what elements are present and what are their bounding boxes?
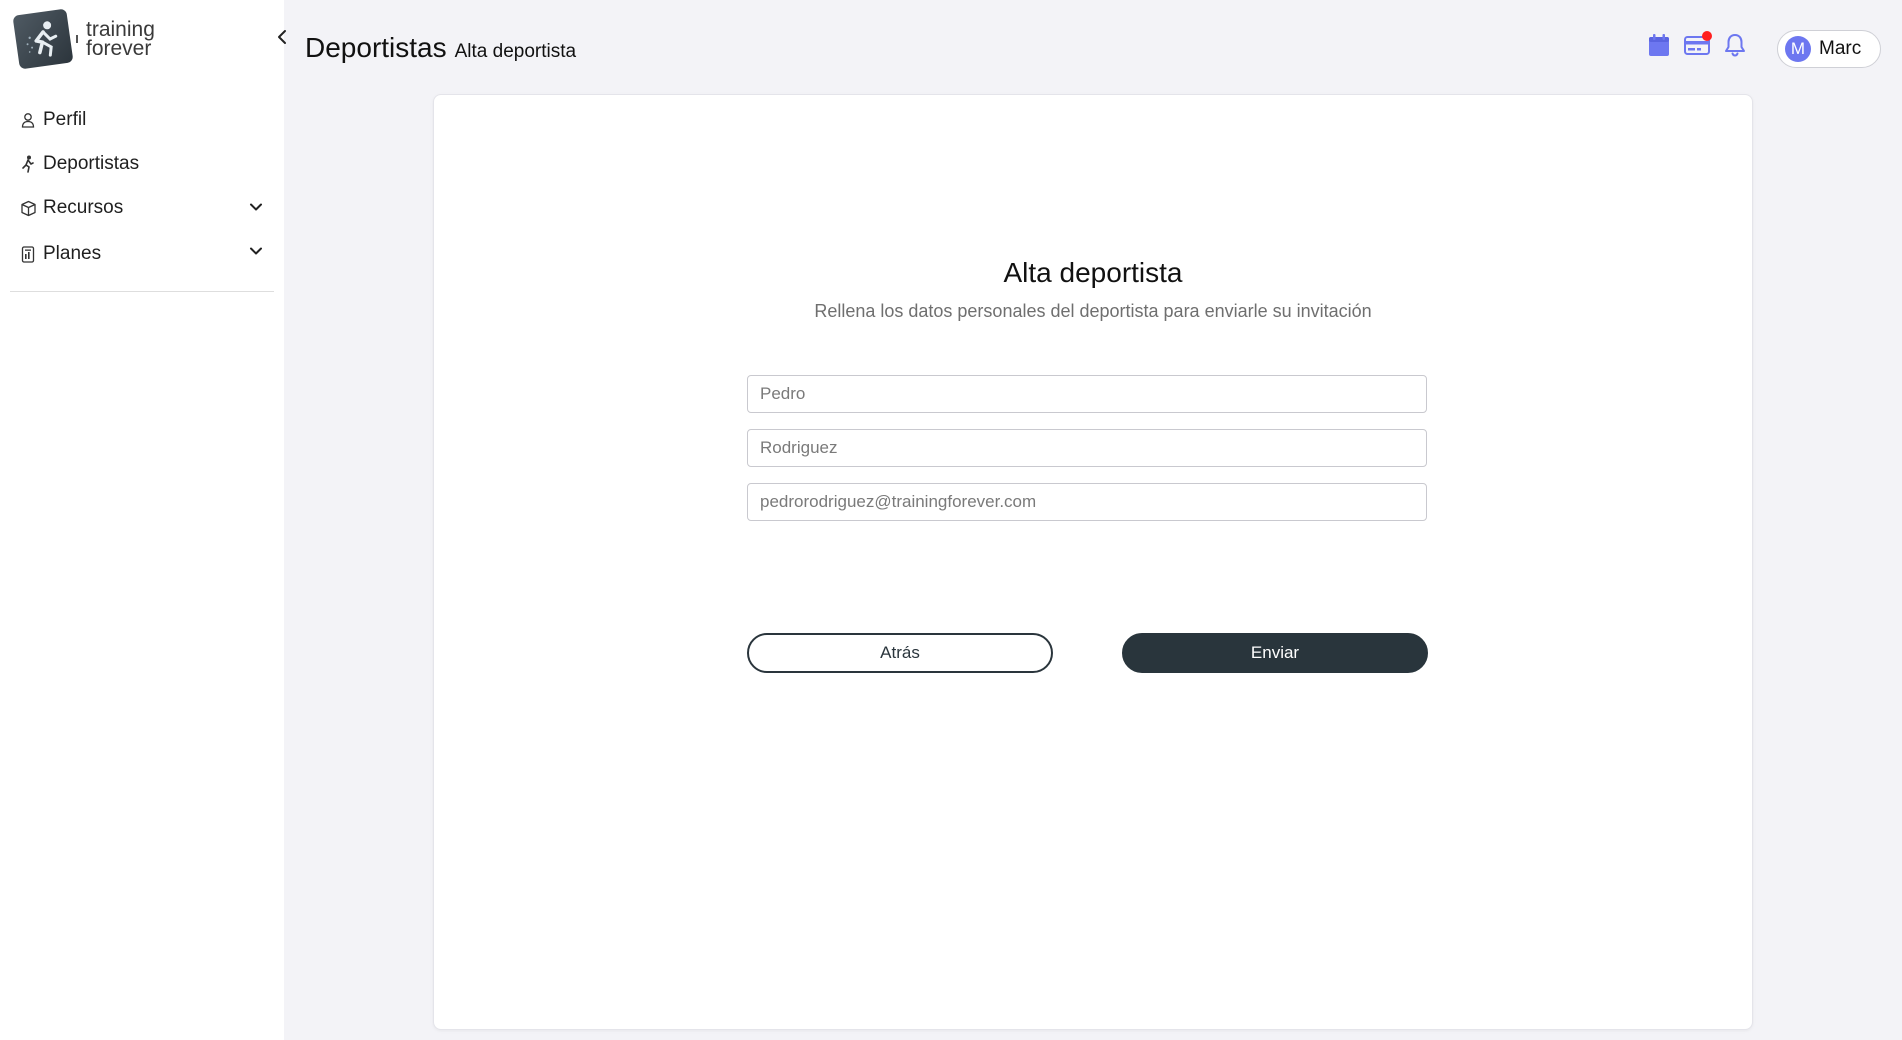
submit-button[interactable]: Enviar — [1122, 633, 1428, 673]
page-title: Deportistas Alta deportista — [305, 32, 576, 64]
header-actions — [1648, 31, 1746, 57]
form-title: Alta deportista — [1003, 257, 1183, 288]
chevron-left-icon — [278, 30, 286, 44]
form-description: Rellena los datos personales del deporti… — [814, 301, 1372, 321]
chevron-down-icon[interactable] — [248, 199, 264, 215]
collapse-sidebar-button[interactable] — [274, 28, 292, 46]
brand-line-2: forever — [86, 37, 152, 60]
sidebar-item-label: Recursos — [43, 197, 124, 218]
calendar-icon[interactable] — [1648, 33, 1670, 57]
runner-icon — [19, 155, 37, 173]
first-name-field[interactable] — [747, 375, 1427, 413]
back-button[interactable]: Atrás — [747, 633, 1053, 673]
user-menu-button[interactable]: M Marc — [1777, 30, 1881, 68]
last-name-field[interactable] — [747, 429, 1427, 467]
user-name: Marc — [1819, 38, 1862, 59]
email-field[interactable] — [747, 483, 1427, 521]
sidebar-item-label: Deportistas — [43, 153, 140, 174]
sidebar-nav: Perfil Deportistas Recursos Planes — [0, 98, 284, 278]
sidebar-item-perfil[interactable]: Perfil — [0, 98, 284, 142]
brand-logo[interactable]: training forever — [12, 8, 155, 70]
logo-separator — [76, 35, 78, 43]
bell-icon[interactable] — [1724, 33, 1746, 57]
avatar: M — [1785, 36, 1811, 62]
runner-logo-icon — [12, 8, 74, 70]
sidebar: training forever Perfil Deportistas Recu… — [0, 0, 286, 1040]
card-icon[interactable] — [1684, 31, 1712, 57]
sidebar-item-deportistas[interactable]: Deportistas — [0, 142, 284, 186]
brand-name: training forever — [86, 19, 155, 60]
user-icon — [19, 111, 37, 129]
sidebar-item-label: Planes — [43, 243, 102, 264]
sidebar-item-label: Perfil — [43, 109, 87, 130]
notification-dot — [1702, 31, 1712, 41]
sidebar-item-planes[interactable]: Planes — [0, 230, 284, 278]
breadcrumb-current: Alta deportista — [454, 41, 577, 62]
chevron-down-icon[interactable] — [248, 243, 264, 259]
form-card: Alta deportista Rellena los datos person… — [433, 94, 1753, 1030]
box-icon — [19, 199, 37, 217]
sidebar-divider — [10, 291, 274, 292]
page-title-main: Deportistas — [305, 32, 447, 63]
calculator-icon — [19, 245, 37, 263]
sidebar-item-recursos[interactable]: Recursos — [0, 186, 284, 230]
